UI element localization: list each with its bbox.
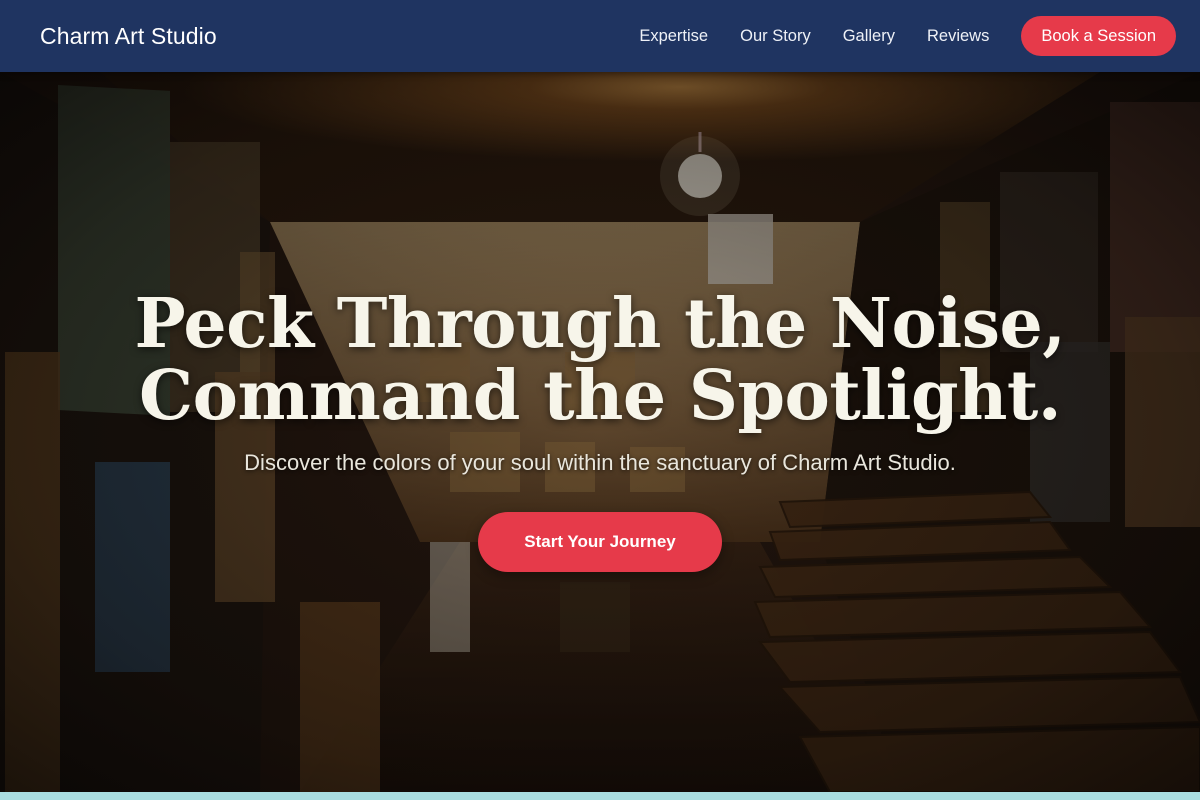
hero-section: Peck Through the Noise, Command the Spot… xyxy=(0,72,1200,792)
top-nav: Charm Art Studio Expertise Our Story Gal… xyxy=(0,0,1200,72)
hero-headline-line-1: Peck Through the Noise, xyxy=(134,284,1066,364)
book-session-button[interactable]: Book a Session xyxy=(1021,16,1176,56)
nav-link-expertise[interactable]: Expertise xyxy=(639,27,708,46)
next-section-edge xyxy=(0,792,1200,800)
hero-headline: Peck Through the Noise, Command the Spot… xyxy=(135,288,1066,432)
brand-logo[interactable]: Charm Art Studio xyxy=(40,23,217,50)
hero-headline-line-2: Command the Spotlight. xyxy=(138,356,1062,436)
start-journey-button[interactable]: Start Your Journey xyxy=(478,512,722,572)
nav-link-gallery[interactable]: Gallery xyxy=(843,27,895,46)
nav-link-reviews[interactable]: Reviews xyxy=(927,27,989,46)
hero-subheadline: Discover the colors of your soul within … xyxy=(244,450,956,475)
nav-link-our-story[interactable]: Our Story xyxy=(740,27,811,46)
hero-content: Peck Through the Noise, Command the Spot… xyxy=(0,72,1200,792)
nav-links: Expertise Our Story Gallery Reviews Book… xyxy=(639,16,1176,56)
